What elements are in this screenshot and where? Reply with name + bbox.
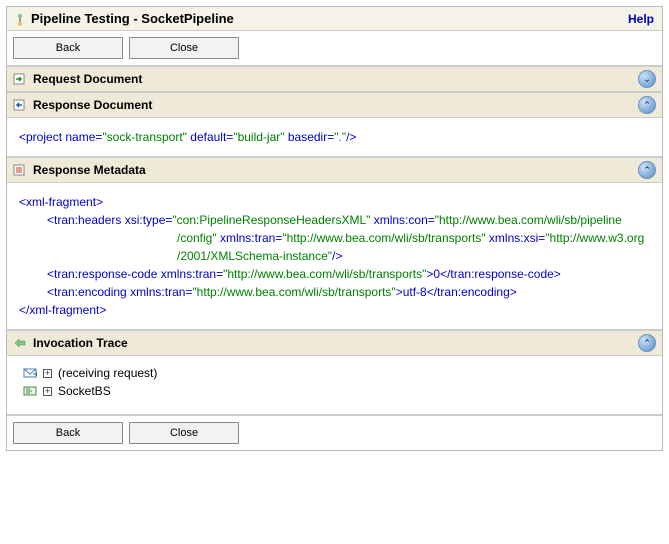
section-header-request: Request Document ⌄	[7, 66, 662, 92]
service-icon	[23, 385, 37, 397]
section-header-metadata: Response Metadata ⌃	[7, 157, 662, 183]
section-title-metadata: Response Metadata	[33, 163, 146, 177]
envelope-icon	[23, 367, 37, 379]
main-panel: Pipeline Testing - SocketPipeline Help B…	[6, 6, 663, 451]
top-button-row: Back Close	[7, 31, 662, 66]
metadata-icon	[13, 164, 27, 176]
collapse-response-button[interactable]: ⌃	[638, 96, 656, 114]
expand-node-button[interactable]: +	[43, 387, 52, 396]
trace-item: + SocketBS	[17, 382, 652, 400]
response-metadata-body: <xml-fragment> <tran:headers xsi:type="c…	[7, 183, 662, 330]
section-title-response: Response Document	[33, 98, 152, 112]
expand-node-button[interactable]: +	[43, 369, 52, 378]
response-doc-icon	[13, 99, 27, 111]
invocation-trace-body: + (receiving request) + SocketBS	[7, 356, 662, 415]
pipeline-icon	[15, 14, 25, 24]
trace-item-label: (receiving request)	[58, 366, 157, 380]
title-bar: Pipeline Testing - SocketPipeline Help	[7, 7, 662, 31]
back-button[interactable]: Back	[13, 422, 123, 444]
trace-item-label: SocketBS	[58, 384, 111, 398]
close-button[interactable]: Close	[129, 422, 239, 444]
section-header-response: Response Document ⌃	[7, 92, 662, 118]
section-title-request: Request Document	[33, 72, 142, 86]
collapse-trace-button[interactable]: ⌃	[638, 334, 656, 352]
bottom-button-row: Back Close	[7, 415, 662, 450]
page-title-text: Pipeline Testing - SocketPipeline	[31, 11, 234, 26]
back-button[interactable]: Back	[13, 37, 123, 59]
section-header-trace: Invocation Trace ⌃	[7, 330, 662, 356]
help-link[interactable]: Help	[628, 12, 654, 26]
page-title: Pipeline Testing - SocketPipeline	[15, 11, 234, 26]
section-title-trace: Invocation Trace	[33, 336, 128, 350]
expand-request-button[interactable]: ⌄	[638, 70, 656, 88]
trace-item: + (receiving request)	[17, 364, 652, 382]
trace-icon	[13, 337, 27, 349]
response-document-body: <project name="sock-transport" default="…	[7, 118, 662, 157]
request-doc-icon	[13, 73, 27, 85]
close-button[interactable]: Close	[129, 37, 239, 59]
collapse-metadata-button[interactable]: ⌃	[638, 161, 656, 179]
